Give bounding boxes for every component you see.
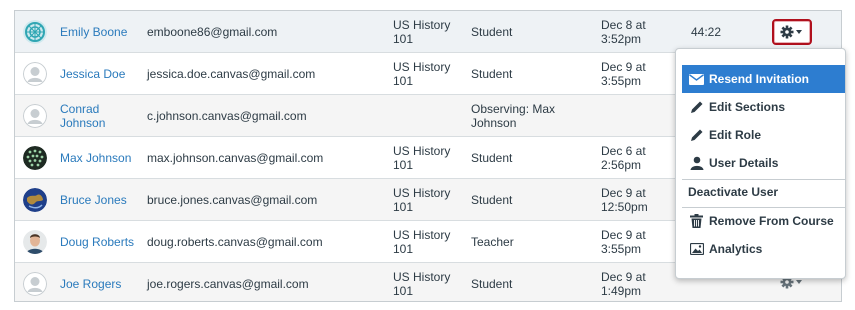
user-email: joe.rogers.canvas@gmail.com <box>147 277 309 291</box>
user-section: US History 101 <box>393 270 467 298</box>
name-line[interactable]: Johnson <box>60 116 105 130</box>
menu-item-user-details[interactable]: User Details <box>682 149 845 177</box>
menu-item-label: Remove From Course <box>709 214 834 228</box>
date-line: 12:50pm <box>601 200 648 214</box>
date-line: Dec 9 at <box>601 186 646 200</box>
date-line: 3:52pm <box>601 32 642 46</box>
section-line: US History <box>393 186 451 200</box>
section-line: 101 <box>393 242 414 256</box>
gear-icon <box>780 25 802 39</box>
user-section: US History 101 <box>393 60 467 88</box>
user-email: jessica.doe.canvas@gmail.com <box>147 67 316 81</box>
date-line: Dec 9 at <box>601 228 646 242</box>
avatar[interactable] <box>23 272 47 296</box>
section-line: US History <box>393 228 451 242</box>
user-role: Teacher <box>471 235 514 249</box>
table-row: Emily Boone emboone86@gmail.com US Histo… <box>15 11 841 53</box>
user-email: bruce.jones.canvas@gmail.com <box>147 193 318 207</box>
section-line: 101 <box>393 200 414 214</box>
user-section: US History 101 <box>393 186 467 214</box>
menu-item-remove-from-course[interactable]: Remove From Course <box>682 207 845 235</box>
user-name-link[interactable]: Joe Rogers <box>60 277 121 291</box>
menu-item-label: Analytics <box>709 242 763 256</box>
avatar[interactable] <box>23 62 47 86</box>
date-line: Dec 9 at <box>601 270 646 284</box>
date-line: Dec 9 at <box>601 60 646 74</box>
avatar[interactable] <box>23 230 47 254</box>
trash-icon <box>688 214 705 228</box>
last-activity: Dec 9 at 12:50pm <box>601 186 671 214</box>
menu-item-label: Edit Sections <box>709 100 786 114</box>
user-section: US History 101 <box>393 18 467 46</box>
date-line: Dec 6 at <box>601 144 646 158</box>
last-activity: Dec 9 at 1:49pm <box>601 270 671 298</box>
name-line[interactable]: Conrad <box>60 102 105 116</box>
date-line: 2:56pm <box>601 158 642 172</box>
user-role: Student <box>471 193 513 207</box>
menu-item-deactivate-user[interactable]: Deactivate User <box>682 178 845 206</box>
menu-item-edit-role[interactable]: Edit Role <box>682 121 845 149</box>
user-section: US History 101 <box>393 144 467 172</box>
section-line: 101 <box>393 158 414 172</box>
user-email: doug.roberts.canvas@gmail.com <box>147 235 323 249</box>
section-line: US History <box>393 144 451 158</box>
user-role: Student <box>471 25 513 39</box>
user-email: emboone86@gmail.com <box>147 25 278 39</box>
image-icon <box>688 242 705 256</box>
avatar[interactable] <box>23 20 47 44</box>
avatar[interactable] <box>23 146 47 170</box>
date-line: Dec 8 at <box>601 18 646 32</box>
date-line: 3:55pm <box>601 74 642 88</box>
user-role: Student <box>471 277 513 291</box>
caret-down-icon <box>796 30 802 34</box>
role-line: Observing: Max <box>471 102 556 116</box>
menu-item-edit-sections[interactable]: Edit Sections <box>682 93 845 121</box>
section-line: 101 <box>393 74 414 88</box>
role-line: Johnson <box>471 116 517 130</box>
date-line: 1:49pm <box>601 284 642 298</box>
last-activity: Dec 9 at 3:55pm <box>601 228 671 256</box>
menu-item-analytics[interactable]: Analytics <box>682 235 845 263</box>
user-options-button[interactable] <box>772 19 812 45</box>
user-section: US History 101 <box>393 228 467 256</box>
date-line: 3:55pm <box>601 242 642 256</box>
caret-down-icon <box>796 280 802 284</box>
user-role: Observing: Max Johnson <box>471 102 571 130</box>
user-options-menu: Resend Invitation Edit Sections Edit Rol… <box>675 48 846 279</box>
pencil-icon <box>688 128 705 142</box>
last-activity: Dec 8 at 3:52pm <box>601 18 671 46</box>
user-name-link[interactable]: Jessica Doe <box>60 67 125 81</box>
user-role: Student <box>471 67 513 81</box>
menu-item-resend-invitation[interactable]: Resend Invitation <box>682 65 845 93</box>
section-line: 101 <box>393 284 414 298</box>
user-email: c.johnson.canvas@gmail.com <box>147 109 307 123</box>
total-activity: 44:22 <box>691 25 722 39</box>
menu-item-label: Edit Role <box>709 128 762 142</box>
menu-item-label: User Details <box>709 156 779 170</box>
avatar[interactable] <box>23 188 47 212</box>
section-line: US History <box>393 18 451 32</box>
user-email: max.johnson.canvas@gmail.com <box>147 151 324 165</box>
menu-item-label: Deactivate User <box>688 185 779 199</box>
last-activity: Dec 6 at 2:56pm <box>601 144 671 172</box>
section-line: US History <box>393 270 451 284</box>
pencil-icon <box>688 100 705 114</box>
menu-item-label: Resend Invitation <box>709 72 810 86</box>
user-name-link[interactable]: Bruce Jones <box>60 193 127 207</box>
user-name-link[interactable]: Conrad Johnson <box>60 102 105 130</box>
user-name-link[interactable]: Max Johnson <box>60 151 131 165</box>
avatar[interactable] <box>23 104 47 128</box>
section-line: 101 <box>393 32 414 46</box>
last-activity: Dec 9 at 3:55pm <box>601 60 671 88</box>
section-line: US History <box>393 60 451 74</box>
envelope-icon <box>688 72 705 86</box>
user-name-link[interactable]: Emily Boone <box>60 25 127 39</box>
user-name-link[interactable]: Doug Roberts <box>60 235 134 249</box>
user-icon <box>688 156 705 170</box>
user-role: Student <box>471 151 513 165</box>
